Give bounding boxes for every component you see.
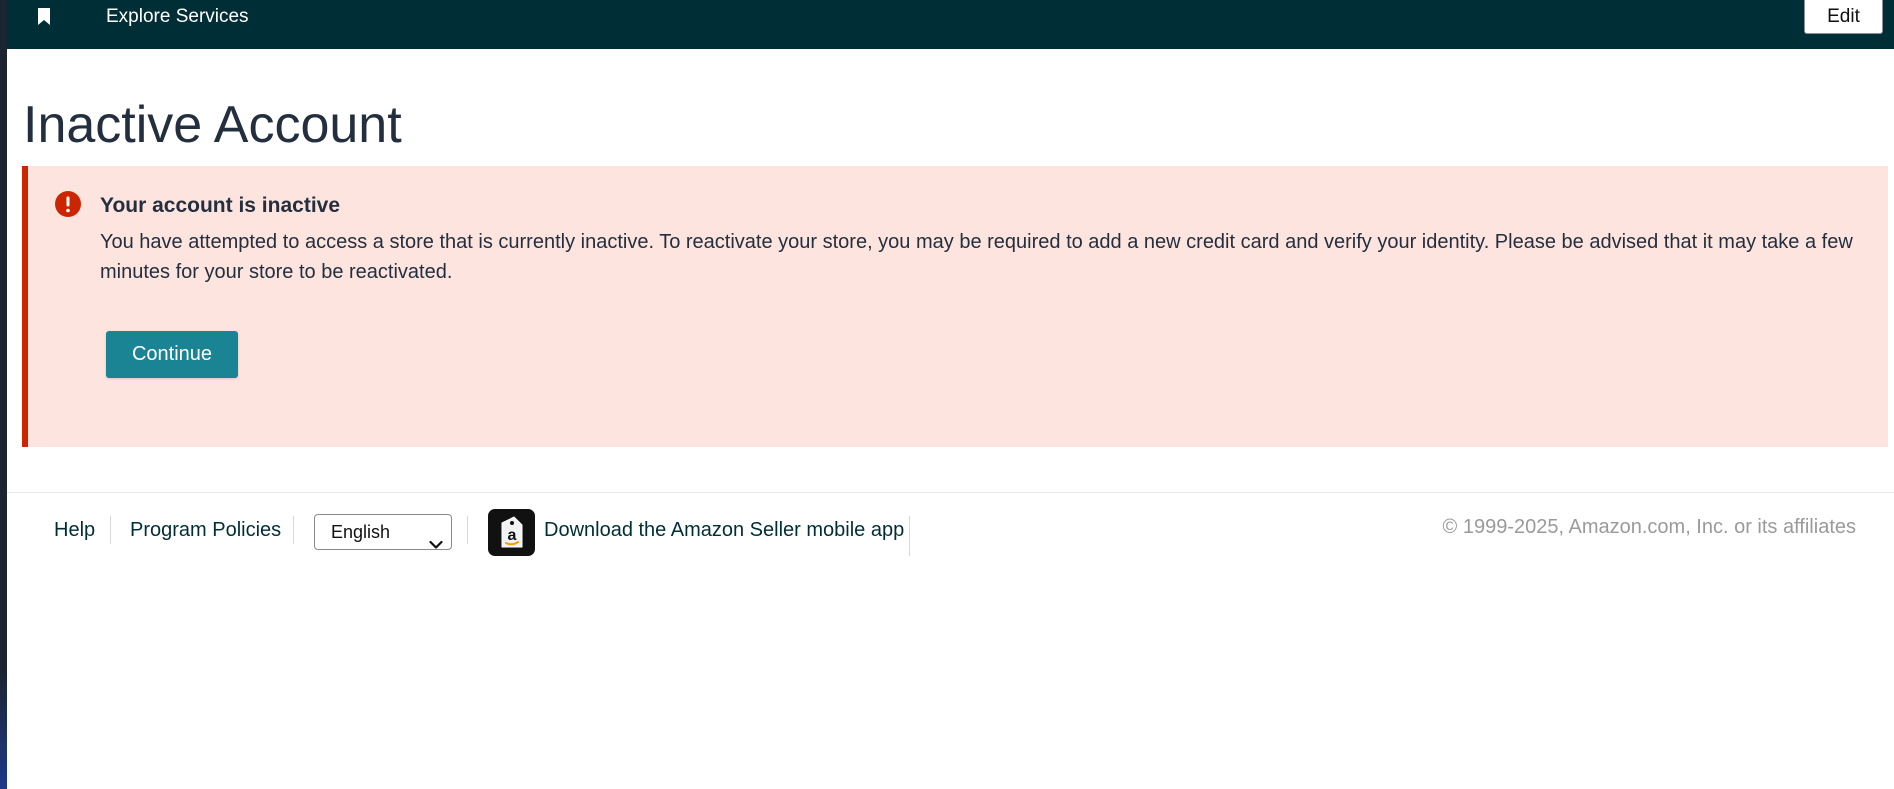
window-edge	[0, 0, 7, 789]
chevron-down-icon	[429, 527, 443, 549]
language-select-value: English	[331, 522, 391, 542]
footer-separator	[110, 516, 111, 544]
continue-button[interactable]: Continue	[106, 331, 238, 378]
nav-explore-services[interactable]: Explore Services	[106, 6, 249, 28]
alert-title: Your account is inactive	[100, 194, 341, 217]
footer-divider	[7, 492, 1894, 493]
svg-text:a: a	[508, 527, 517, 544]
amazon-seller-app-icon[interactable]: a	[488, 509, 535, 556]
footer-separator	[909, 516, 910, 556]
language-select[interactable]: English	[314, 514, 452, 550]
footer-download-app-link[interactable]: Download the Amazon Seller mobile app	[544, 518, 904, 542]
edit-button[interactable]: Edit	[1804, 0, 1883, 34]
footer-separator	[467, 516, 468, 544]
page-title: Inactive Account	[23, 96, 402, 154]
top-navigation-bar: Explore Services Edit	[7, 0, 1894, 49]
alert-message: You have attempted to access a store tha…	[100, 231, 1853, 283]
footer-program-policies-link[interactable]: Program Policies	[130, 518, 281, 542]
copyright-text: © 1999-2025, Amazon.com, Inc. or its aff…	[1442, 516, 1856, 538]
footer-help-link[interactable]: Help	[54, 518, 95, 542]
footer-separator	[293, 516, 294, 544]
error-icon	[55, 191, 81, 217]
bookmark-icon[interactable]	[37, 8, 51, 25]
